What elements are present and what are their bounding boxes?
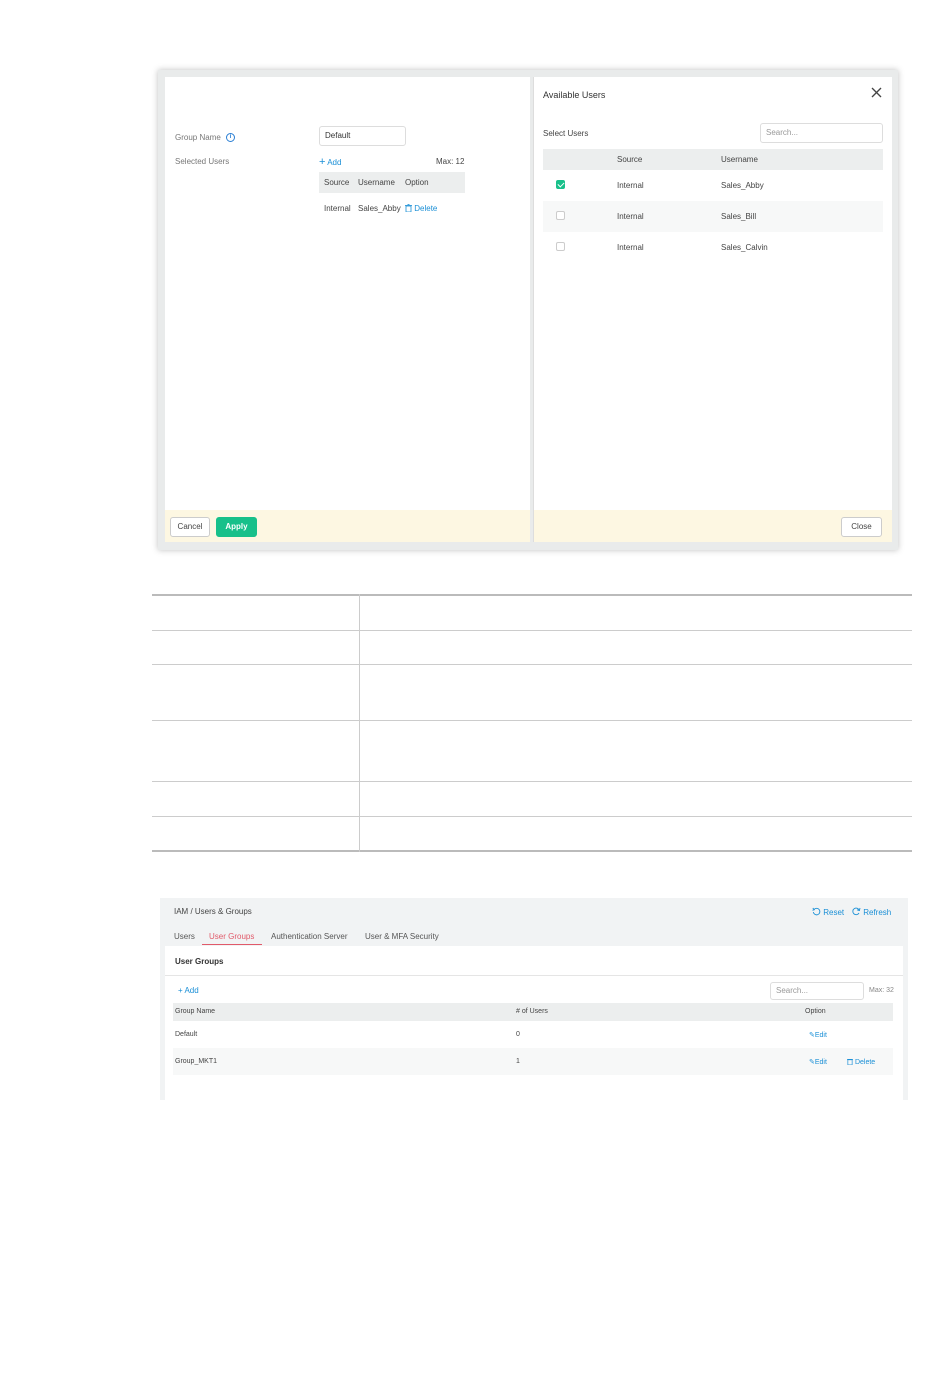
row-source: Internal	[324, 204, 351, 213]
col-option: Option	[405, 178, 429, 187]
section-divider	[165, 975, 903, 976]
row-checkbox[interactable]	[556, 242, 565, 251]
available-users-panel: Available Users Select Users Search... S…	[533, 77, 892, 542]
right-footer: Close	[534, 510, 892, 542]
row-username: Sales_Abby	[721, 181, 764, 190]
edit-label: Edit	[814, 1059, 827, 1066]
reset-button[interactable]: Reset	[812, 907, 844, 917]
row-source: Internal	[617, 181, 644, 190]
group-dialog-screenshot: Group Name i Default Selected Users + Ad…	[158, 70, 898, 550]
col-username: Username	[721, 155, 758, 164]
breadcrumb: IAM / Users & Groups	[174, 907, 252, 916]
col-source: Source	[324, 178, 350, 187]
group-name-label: Group Name	[175, 133, 221, 142]
tab-authentication-server[interactable]: Authentication Server	[271, 932, 348, 941]
cancel-button[interactable]: Cancel	[170, 517, 210, 537]
edit-label: Edit	[814, 1032, 827, 1039]
section-title: User Groups	[175, 957, 224, 966]
add-group-button[interactable]: + Add	[178, 986, 199, 995]
table-row: Internal Sales_Abby Delete	[319, 197, 465, 217]
selected-users-header: Source Username Option	[319, 172, 465, 193]
user-groups-screenshot: IAM / Users & Groups Reset Refresh Users…	[160, 898, 908, 1100]
table-top-border	[152, 594, 912, 596]
user-groups-card: User Groups + Add Search... Max: 32 Grou…	[165, 946, 903, 1100]
edit-button[interactable]: ✎Edit	[809, 1058, 827, 1066]
col-source: Source	[617, 155, 643, 164]
tab-user-groups[interactable]: User Groups	[209, 932, 254, 941]
group-name-input[interactable]: Default	[319, 126, 406, 146]
select-users-label: Select Users	[543, 129, 589, 138]
col-num-users: # of Users	[516, 1008, 548, 1015]
max-users-label: Max: 12	[436, 157, 465, 166]
active-tab-indicator	[202, 944, 262, 945]
left-footer: Cancel Apply	[165, 510, 530, 542]
plus-icon: +	[319, 156, 326, 168]
search-input[interactable]: Search...	[760, 123, 883, 143]
reset-icon	[812, 907, 821, 916]
edit-button[interactable]: ✎Edit	[809, 1031, 827, 1039]
row-checkbox[interactable]	[556, 180, 565, 189]
row-username: Sales_Bill	[721, 212, 757, 221]
close-icon[interactable]	[871, 87, 882, 98]
table-row[interactable]: Internal Sales_Calvin	[543, 232, 883, 263]
add-user-link[interactable]: + Add	[319, 156, 341, 168]
table-bottom-border	[152, 850, 912, 852]
col-option: Option	[805, 1008, 826, 1015]
table-column-divider	[359, 594, 360, 852]
refresh-button[interactable]: Refresh	[852, 907, 891, 917]
search-input[interactable]: Search...	[770, 982, 864, 1000]
row-group-name: Default	[175, 1031, 198, 1038]
trash-icon	[405, 204, 412, 213]
info-icon[interactable]: i	[226, 133, 235, 142]
tab-user-mfa-security[interactable]: User & MFA Security	[365, 932, 439, 941]
row-checkbox[interactable]	[556, 211, 565, 220]
row-source: Internal	[617, 212, 644, 221]
trash-icon	[847, 1059, 853, 1066]
table-row[interactable]: Internal Sales_Bill	[543, 201, 883, 232]
table-row: Group_MKT1 1 ✎Edit Delete	[173, 1048, 893, 1075]
delete-label: Delete	[414, 204, 438, 213]
panel-title: Available Users	[543, 90, 606, 100]
row-username: Sales_Abby	[358, 204, 401, 213]
table-divider	[152, 781, 912, 782]
refresh-icon	[852, 907, 861, 916]
max-groups-label: Max: 32	[869, 987, 894, 994]
group-edit-panel: Group Name i Default Selected Users + Ad…	[165, 77, 530, 542]
delete-label: Delete	[854, 1059, 876, 1066]
table-row[interactable]: Internal Sales_Abby	[543, 170, 883, 201]
available-users-header: Source Username	[543, 149, 883, 170]
table-divider	[152, 630, 912, 631]
add-label: Add	[327, 158, 342, 167]
delete-button[interactable]: Delete	[405, 204, 437, 213]
groups-table-header: Group Name # of Users Option	[173, 1003, 893, 1021]
row-num-users: 1	[516, 1058, 520, 1065]
selected-users-label: Selected Users	[175, 157, 230, 166]
reset-label: Reset	[823, 908, 845, 917]
description-table	[152, 594, 912, 852]
row-num-users: 0	[516, 1031, 520, 1038]
col-username: Username	[358, 178, 395, 187]
table-divider	[152, 664, 912, 665]
col-group-name: Group Name	[175, 1008, 216, 1015]
table-divider	[152, 720, 912, 721]
delete-button[interactable]: Delete	[847, 1058, 875, 1066]
tab-users[interactable]: Users	[174, 932, 195, 941]
table-divider	[152, 816, 912, 817]
row-username: Sales_Calvin	[721, 243, 768, 252]
close-button[interactable]: Close	[841, 517, 882, 537]
apply-button[interactable]: Apply	[216, 517, 257, 537]
row-source: Internal	[617, 243, 644, 252]
row-group-name: Group_MKT1	[175, 1058, 218, 1065]
table-row: Default 0 ✎Edit	[173, 1021, 893, 1048]
refresh-label: Refresh	[863, 908, 892, 917]
